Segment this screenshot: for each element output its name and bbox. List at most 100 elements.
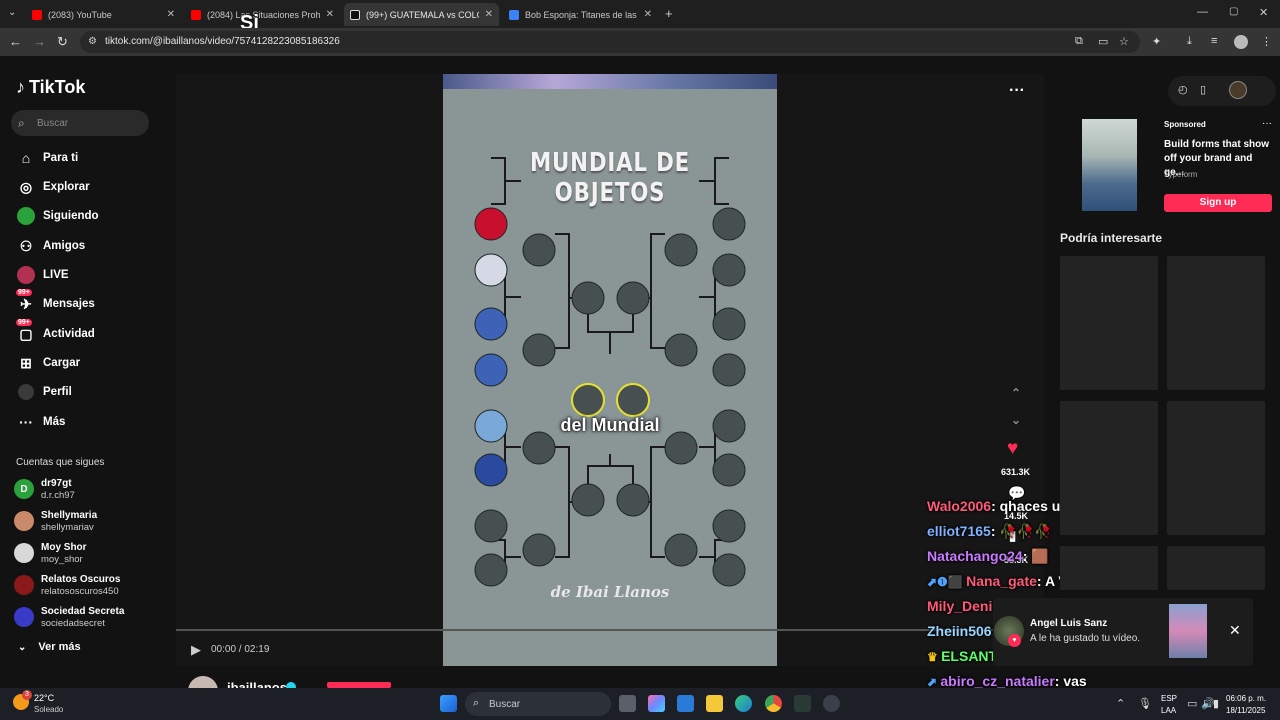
menu-perfil[interactable]: Perfil <box>16 382 72 402</box>
tiktok-logo[interactable]: ♪ TikTok <box>16 77 85 98</box>
menu-siguiendo[interactable]: Siguiendo <box>16 206 99 226</box>
forward-icon[interactable]: → <box>33 34 46 49</box>
video-player[interactable]: MUNDIAL DE OBJETOS del Mundial de Ibai L… <box>443 74 777 666</box>
next-video-icon[interactable]: ⌄ <box>1011 413 1021 427</box>
suggestion-card[interactable] <box>1167 256 1265 390</box>
copilot-icon[interactable] <box>648 695 665 712</box>
like-heart-icon[interactable]: ♥ <box>1007 438 1018 460</box>
weather-temp: 22°C <box>34 693 55 703</box>
close-window-icon[interactable]: ✕ <box>1259 6 1268 19</box>
url-text[interactable]: tiktok.com/@ibaillanos/video/75741282230… <box>105 36 340 47</box>
new-tab-icon[interactable]: + <box>665 6 673 21</box>
previous-video-icon[interactable]: ⌃ <box>1011 386 1021 400</box>
chat-user: Natachango24 <box>927 548 1023 564</box>
device-icon[interactable]: ▯ <box>1200 83 1206 96</box>
language-label[interactable]: ESP <box>1161 694 1177 703</box>
extensions-icon[interactable]: ✦ <box>1152 35 1161 48</box>
account-handle: d.r.ch97 <box>41 489 75 501</box>
download-icon[interactable]: ⤓ <box>1187 35 1192 48</box>
following-account[interactable]: Shellymaria shellymariav <box>14 509 97 533</box>
maximize-icon[interactable]: ▢ <box>1229 6 1238 17</box>
ad-thumbnail[interactable] <box>1082 119 1137 211</box>
menu-label: Mensajes <box>43 298 95 310</box>
tab-tiktok[interactable]: (99+) GUATEMALA vs COLOMBI ✕ <box>344 3 499 26</box>
close-icon[interactable]: ✕ <box>326 9 334 20</box>
file-explorer-icon[interactable] <box>706 695 723 712</box>
video-more-icon[interactable]: ··· <box>1009 82 1025 100</box>
suggestion-card[interactable] <box>1060 401 1158 535</box>
battery-icon[interactable]: ▮ <box>1213 697 1219 710</box>
reading-list-icon[interactable]: ≡ <box>1211 35 1217 47</box>
avatar <box>14 607 34 627</box>
menu-mensajes[interactable]: ✈ 99+ Mensajes <box>16 289 95 314</box>
network-icon[interactable]: ▭ <box>1187 697 1197 710</box>
back-icon[interactable]: ← <box>9 34 22 49</box>
clock-time[interactable]: 06:06 p. m. <box>1226 694 1266 703</box>
menu-label: Explorar <box>43 181 90 193</box>
suggestion-card[interactable] <box>1060 256 1158 390</box>
tab-youtube[interactable]: (2083) YouTube ✕ <box>26 3 181 26</box>
menu-mas[interactable]: ··· Más <box>16 412 65 432</box>
tab-bob-esponja[interactable]: Bob Esponja: Titanes de las ma ✕ <box>503 3 658 26</box>
close-icon[interactable]: ✕ <box>1229 622 1241 639</box>
xbox-icon[interactable] <box>794 695 811 712</box>
menu-para-ti[interactable]: ⌂ Para ti <box>16 148 78 168</box>
menu-explorar[interactable]: ◎ Explorar <box>16 177 90 197</box>
tab-search-icon[interactable]: ⌄ <box>8 7 16 18</box>
user-avatar[interactable] <box>1229 81 1247 99</box>
menu-label: LIVE <box>43 269 69 281</box>
menu-actividad[interactable]: ▢ 99+ Actividad <box>16 319 95 344</box>
notification-toast[interactable] <box>993 598 1253 666</box>
youtube-icon <box>191 9 201 20</box>
search-input[interactable] <box>11 110 149 136</box>
following-account[interactable]: Sociedad Secreta sociedadsecret <box>14 605 124 629</box>
profile-avatar[interactable] <box>1234 35 1248 49</box>
suggestion-card[interactable] <box>1060 546 1158 590</box>
signup-button[interactable]: Sign up <box>1164 194 1272 212</box>
close-icon[interactable]: ✕ <box>167 9 175 20</box>
task-view-icon[interactable] <box>619 695 636 712</box>
crown-icon: ♛ <box>927 650 942 664</box>
chevron-up-icon[interactable]: ⌃ <box>1116 697 1125 710</box>
following-account[interactable]: Moy Shor moy_shor <box>14 541 87 565</box>
store-icon[interactable] <box>677 695 694 712</box>
suggestion-card[interactable] <box>1167 401 1265 535</box>
microphone-icon[interactable]: 🎙 <box>1138 697 1152 710</box>
edge-icon[interactable] <box>735 695 752 712</box>
close-icon[interactable]: ✕ <box>644 9 652 20</box>
chrome-icon[interactable] <box>765 695 782 712</box>
menu-live[interactable]: LIVE <box>16 265 69 285</box>
translate-icon[interactable]: ⧉ <box>1075 35 1083 48</box>
home-icon: ⌂ <box>21 150 31 166</box>
tab-youtube-2[interactable]: (2084) Las Situaciones Prohibi ✕ <box>185 3 340 26</box>
video-time: 00:00 / 02:19 <box>211 644 270 655</box>
following-account[interactable]: D dr97gt d.r.ch97 <box>14 477 75 501</box>
menu-kebab-icon[interactable]: ⋮ <box>1261 35 1272 48</box>
steam-icon[interactable] <box>823 695 840 712</box>
taskbar-search[interactable] <box>465 692 611 716</box>
chat-message: : 🥀🥀🥀 <box>990 523 1052 539</box>
menu-amigos[interactable]: ⚇ Amigos <box>16 236 85 256</box>
windows-start-icon[interactable] <box>440 695 457 712</box>
see-more-button[interactable]: ⌄ Ver más <box>18 641 81 653</box>
suggestion-card[interactable] <box>1167 546 1265 590</box>
reload-icon[interactable]: ↻ <box>57 34 68 50</box>
clock-date[interactable]: 18/11/2025 <box>1226 706 1265 715</box>
tiktok-note-icon: ♪ <box>16 77 25 97</box>
coin-icon[interactable]: ◴ <box>1178 83 1188 96</box>
ad-more-icon[interactable]: ··· <box>1262 118 1272 129</box>
minimize-icon[interactable]: — <box>1197 6 1208 18</box>
site-info-icon[interactable]: ⚙ <box>88 36 97 47</box>
keyboard-layout-label[interactable]: LAA <box>1161 706 1176 715</box>
following-account[interactable]: Relatos Oscuros relatososcuros450 <box>14 573 120 597</box>
cast-icon[interactable]: ▭ <box>1098 35 1108 48</box>
bookmark-star-icon[interactable]: ☆ <box>1119 35 1129 48</box>
youtube-icon <box>32 9 42 20</box>
menu-cargar[interactable]: ⊞ Cargar <box>16 353 80 373</box>
logo-text: TikTok <box>29 77 86 97</box>
close-icon[interactable]: ✕ <box>485 9 493 20</box>
play-icon[interactable]: ▶ <box>191 642 201 658</box>
chat-message: : vas <box>1054 673 1087 689</box>
video-progress-bar[interactable] <box>176 629 1044 631</box>
chat-user: Zheiin506 <box>927 623 992 639</box>
